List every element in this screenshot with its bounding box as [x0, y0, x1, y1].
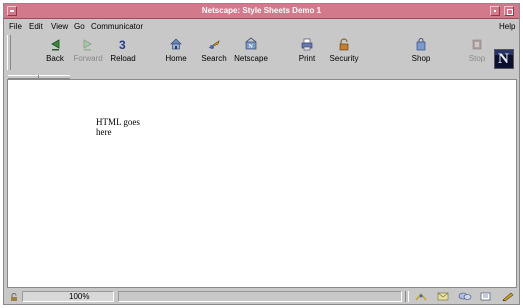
reload-icon: 3	[119, 38, 126, 51]
search-button[interactable]: Search	[194, 37, 234, 71]
print-button[interactable]: Print	[287, 37, 327, 71]
svg-text:3: 3	[119, 38, 126, 51]
document-text-line-2: here	[96, 127, 112, 137]
component-bar-grip[interactable]	[405, 291, 409, 302]
menu-file[interactable]: File	[9, 22, 22, 31]
document-text: HTML goes here	[96, 117, 156, 137]
page-content: HTML goes here	[7, 79, 517, 288]
menu-communicator[interactable]: Communicator	[91, 22, 143, 31]
shop-button[interactable]: Shop	[401, 37, 441, 71]
home-icon	[170, 38, 182, 50]
netscape-logo-throbber[interactable]: N	[494, 49, 514, 69]
netscape-icon: N	[245, 37, 257, 50]
print-icon	[301, 38, 313, 51]
reload-button[interactable]: 3 Reload	[103, 37, 143, 71]
security-label: Security	[329, 54, 359, 63]
menu-help[interactable]: Help	[499, 22, 515, 31]
menu-bar: File Edit View Go Communicator Help	[4, 19, 519, 33]
stop-icon	[472, 39, 482, 50]
print-label: Print	[298, 54, 316, 63]
stop-label: Stop	[468, 54, 486, 63]
status-message-field	[118, 291, 402, 302]
forward-label: Forward	[73, 54, 103, 63]
shop-label: Shop	[411, 54, 431, 63]
security-status-icon[interactable]	[9, 292, 19, 302]
home-label: Home	[165, 54, 187, 63]
navigation-toolbar: Back Forward 3 Reload Home Search N Nets…	[4, 33, 519, 73]
mail-icon[interactable]	[436, 291, 450, 302]
netscape-logo-letter: N	[498, 51, 509, 67]
document-text-line-1: HTML goes	[96, 117, 140, 127]
window-title: Netscape: Style Sheets Demo 1	[201, 6, 322, 15]
discussion-groups-icon[interactable]	[458, 291, 472, 302]
svg-text:N: N	[249, 44, 254, 50]
back-arrow-icon	[51, 39, 60, 51]
security-button[interactable]: Security	[324, 37, 364, 71]
forward-button[interactable]: Forward	[68, 37, 108, 71]
forward-arrow-icon	[83, 39, 92, 51]
status-bar: 100%	[4, 289, 519, 304]
netscape-button[interactable]: N Netscape	[231, 37, 271, 71]
minimize-button[interactable]	[490, 6, 500, 16]
search-label: Search	[201, 54, 227, 63]
netscape-label: Netscape	[234, 54, 268, 63]
composer-icon[interactable]	[479, 291, 493, 302]
browser-window: Netscape: Style Sheets Demo 1 File Edit …	[3, 3, 520, 305]
home-button[interactable]: Home	[156, 37, 196, 71]
menu-go[interactable]: Go	[74, 22, 85, 31]
shop-bag-icon	[416, 38, 426, 51]
menu-edit[interactable]: Edit	[29, 22, 43, 31]
maximize-button[interactable]	[504, 6, 514, 16]
navigator-icon[interactable]	[414, 291, 428, 302]
security-lock-icon	[339, 38, 349, 51]
pen-compose-icon[interactable]	[501, 291, 515, 302]
title-bar[interactable]: Netscape: Style Sheets Demo 1	[4, 4, 519, 19]
toolbar-grip[interactable]	[7, 35, 11, 70]
menu-view[interactable]: View	[51, 22, 68, 31]
reload-label: Reload	[110, 54, 136, 63]
search-icon	[208, 40, 220, 49]
stop-button[interactable]: Stop	[457, 37, 497, 71]
zoom-indicator: 100%	[22, 291, 114, 302]
